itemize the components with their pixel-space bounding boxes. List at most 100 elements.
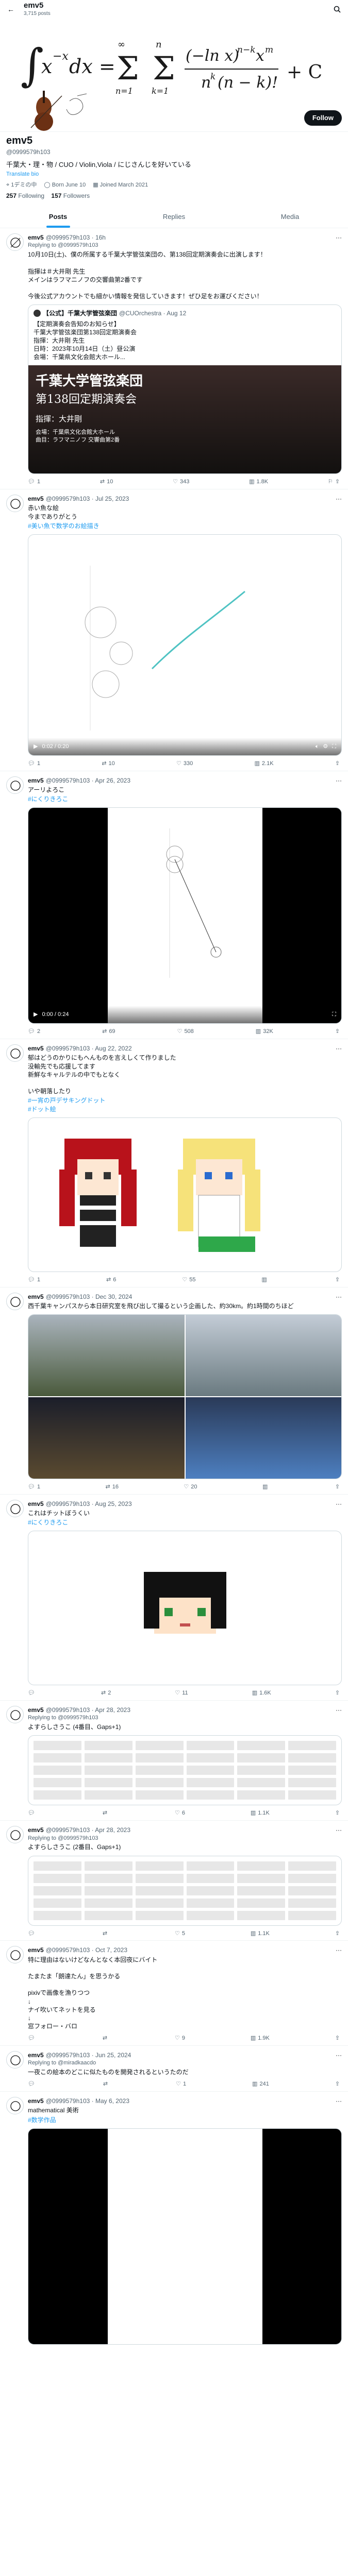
views-button[interactable]: ▥ 1.8K xyxy=(249,478,268,486)
reply-context[interactable]: Replying to @0999579h103 xyxy=(28,1714,342,1722)
like-button[interactable]: ♡ 1 xyxy=(176,2080,186,2088)
reply-button[interactable]: 💬︎ 2 xyxy=(28,1028,40,1036)
tab-posts[interactable]: Posts xyxy=(0,206,116,228)
reply-button[interactable]: 💬︎ 1 xyxy=(28,760,40,768)
share-button[interactable]: ⇪ xyxy=(335,1483,340,1491)
post-item[interactable]: emv5 @0999579h103 · Jun 25, 2024 ··· Reply… xyxy=(0,2046,348,2092)
photo-night-city[interactable] xyxy=(28,1397,185,1479)
avatar[interactable] xyxy=(6,1946,24,1964)
repost-button[interactable]: ⇄ xyxy=(103,2080,110,2088)
fullscreen-icon[interactable]: ⛶ xyxy=(332,743,336,751)
reply-context[interactable]: Replying to @miradkaacdo xyxy=(28,2059,342,2067)
share-button[interactable]: ⇪ xyxy=(335,1276,340,1284)
post-video[interactable]: ▶ 0:02 / 0:20 🔈︎ ⚙ ⛶ xyxy=(28,534,342,756)
repost-button[interactable]: ⇄ 10 xyxy=(100,478,113,486)
views-button[interactable]: ▥ 1.1K xyxy=(251,1809,270,1817)
post-item[interactable]: emv5 @0999579h103 · Apr 28, 2023 ··· Reply… xyxy=(0,1821,348,1941)
avatar[interactable] xyxy=(6,776,24,794)
share-button[interactable]: ⇪ xyxy=(335,1809,340,1817)
like-button[interactable]: ♡ 6 xyxy=(175,1809,185,1817)
post-video[interactable] xyxy=(28,2128,342,2345)
like-button[interactable]: ♡ 343 xyxy=(173,478,189,486)
avatar[interactable] xyxy=(6,1706,24,1724)
post-author[interactable]: emv5 xyxy=(28,1044,44,1053)
more-icon[interactable]: ··· xyxy=(336,776,342,785)
views-button[interactable]: ▥ xyxy=(262,1483,270,1491)
repost-button[interactable]: ⇄ 6 xyxy=(106,1276,116,1284)
tab-media[interactable]: Media xyxy=(232,206,348,228)
views-button[interactable]: ▥ 2.1K xyxy=(255,760,274,768)
more-icon[interactable]: ··· xyxy=(336,1826,342,1834)
repost-button[interactable]: ⇄ 69 xyxy=(102,1028,115,1036)
share-button[interactable]: ⇪ xyxy=(335,1689,340,1697)
more-icon[interactable]: ··· xyxy=(336,2097,342,2105)
avatar[interactable] xyxy=(6,2051,24,2069)
grid-image[interactable] xyxy=(28,1735,342,1806)
share-button[interactable]: ⇪ xyxy=(335,760,340,768)
reply-button[interactable]: 💬︎ xyxy=(28,2035,37,2042)
repost-button[interactable]: ⇄ 16 xyxy=(106,1483,119,1491)
reply-button[interactable]: 💬︎ xyxy=(28,2080,37,2088)
photo-building[interactable] xyxy=(185,1315,341,1396)
avatar[interactable] xyxy=(6,2097,24,2115)
video-controls[interactable]: ▶ 0:00 / 0:24 ⛶ xyxy=(28,1006,341,1024)
photo-street[interactable] xyxy=(28,1315,185,1396)
share-button[interactable]: ⇪ xyxy=(335,1930,340,1938)
post-item[interactable]: emv5 @0999579h103 · Apr 28, 2023 ··· Reply… xyxy=(0,1701,348,1821)
post-item[interactable]: emv5 @0999579h103 · Jul 25, 2023 ··· 赤い魚な絵… xyxy=(0,489,348,771)
post-author[interactable]: emv5 xyxy=(28,2051,44,2059)
post-author[interactable]: emv5 xyxy=(28,2097,44,2105)
translate-bio-link[interactable]: Translate bio xyxy=(6,171,342,178)
post-hashtags[interactable]: #にくりきろこ xyxy=(28,795,342,803)
post-item[interactable]: emv5 @0999579h103 · 16h ··· Replying to @0… xyxy=(0,228,348,490)
repost-button[interactable]: ⇄ xyxy=(103,1930,109,1938)
more-icon[interactable]: ··· xyxy=(336,1706,342,1714)
like-button[interactable]: ♡ 5 xyxy=(175,1930,185,1938)
play-icon[interactable]: ▶ xyxy=(34,743,38,751)
post-image[interactable] xyxy=(28,1117,342,1272)
repost-button[interactable]: ⇄ 2 xyxy=(101,1689,111,1697)
reply-button[interactable]: 💬︎ 1 xyxy=(28,478,40,486)
volume-icon[interactable]: 🔈︎ xyxy=(316,743,319,751)
post-item[interactable]: emv5 @0999579h103 · Oct 7, 2023 ··· 特に理由はな… xyxy=(0,1941,348,2046)
reply-button[interactable]: 💬︎ 1 xyxy=(28,1483,40,1491)
profile-banner[interactable]: ∫ x −x dx = Σ ∞ n=1 Σ n k=1 (−ln x) n−k … xyxy=(0,19,348,132)
like-button[interactable]: ♡ 11 xyxy=(175,1689,188,1697)
post-hashtags[interactable]: #にくりきろこ xyxy=(28,1518,342,1527)
post-author[interactable]: emv5 xyxy=(28,1826,44,1834)
more-icon[interactable]: ··· xyxy=(336,233,342,242)
reply-context[interactable]: Replying to @0999579h103 xyxy=(28,1835,342,1842)
post-hashtags[interactable]: #美い魚で数学のお絵描き xyxy=(28,522,342,530)
search-icon[interactable] xyxy=(332,4,343,15)
back-arrow-icon[interactable]: ← xyxy=(5,4,16,15)
more-icon[interactable]: ··· xyxy=(336,495,342,503)
more-icon[interactable]: ··· xyxy=(336,1044,342,1053)
following-link[interactable]: 257 Following xyxy=(6,192,44,199)
avatar[interactable] xyxy=(6,1044,24,1062)
post-item[interactable]: emv5 @0999579h103 · May 6, 2023 ··· mathem… xyxy=(0,2092,348,2348)
post-author[interactable]: emv5 xyxy=(28,495,44,503)
post-author[interactable]: emv5 xyxy=(28,776,44,785)
more-icon[interactable]: ··· xyxy=(336,2051,342,2059)
share-button[interactable]: ⚐ ⇪ xyxy=(328,478,340,486)
post-author[interactable]: emv5 xyxy=(28,1293,44,1301)
post-author[interactable]: emv5 xyxy=(28,1946,44,1954)
reply-button[interactable]: 💬︎ xyxy=(28,1689,37,1697)
reply-context[interactable]: Replying to @0999579h103 xyxy=(28,242,342,249)
post-author[interactable]: emv5 xyxy=(28,1500,44,1508)
video-controls[interactable]: ▶ 0:02 / 0:20 🔈︎ ⚙ ⛶ xyxy=(28,738,341,756)
reply-button[interactable]: 💬︎ xyxy=(28,1809,37,1817)
avatar[interactable] xyxy=(6,1826,24,1844)
share-button[interactable]: ⇪ xyxy=(335,2035,340,2042)
avatar[interactable] xyxy=(6,233,24,251)
views-button[interactable]: ▥ 1.1K xyxy=(251,1930,270,1938)
repost-button[interactable]: ⇄ 10 xyxy=(102,760,114,768)
avatar[interactable] xyxy=(6,495,24,513)
repost-button[interactable]: ⇄ xyxy=(103,1809,109,1817)
reply-button[interactable]: 💬︎ 1 xyxy=(28,1276,40,1284)
like-button[interactable]: ♡ 9 xyxy=(175,2035,185,2042)
settings-icon[interactable]: ⚙ xyxy=(323,743,328,751)
avatar[interactable] xyxy=(6,1292,24,1310)
like-button[interactable]: ♡ 55 xyxy=(182,1276,195,1284)
photo-grid[interactable] xyxy=(28,1314,342,1479)
